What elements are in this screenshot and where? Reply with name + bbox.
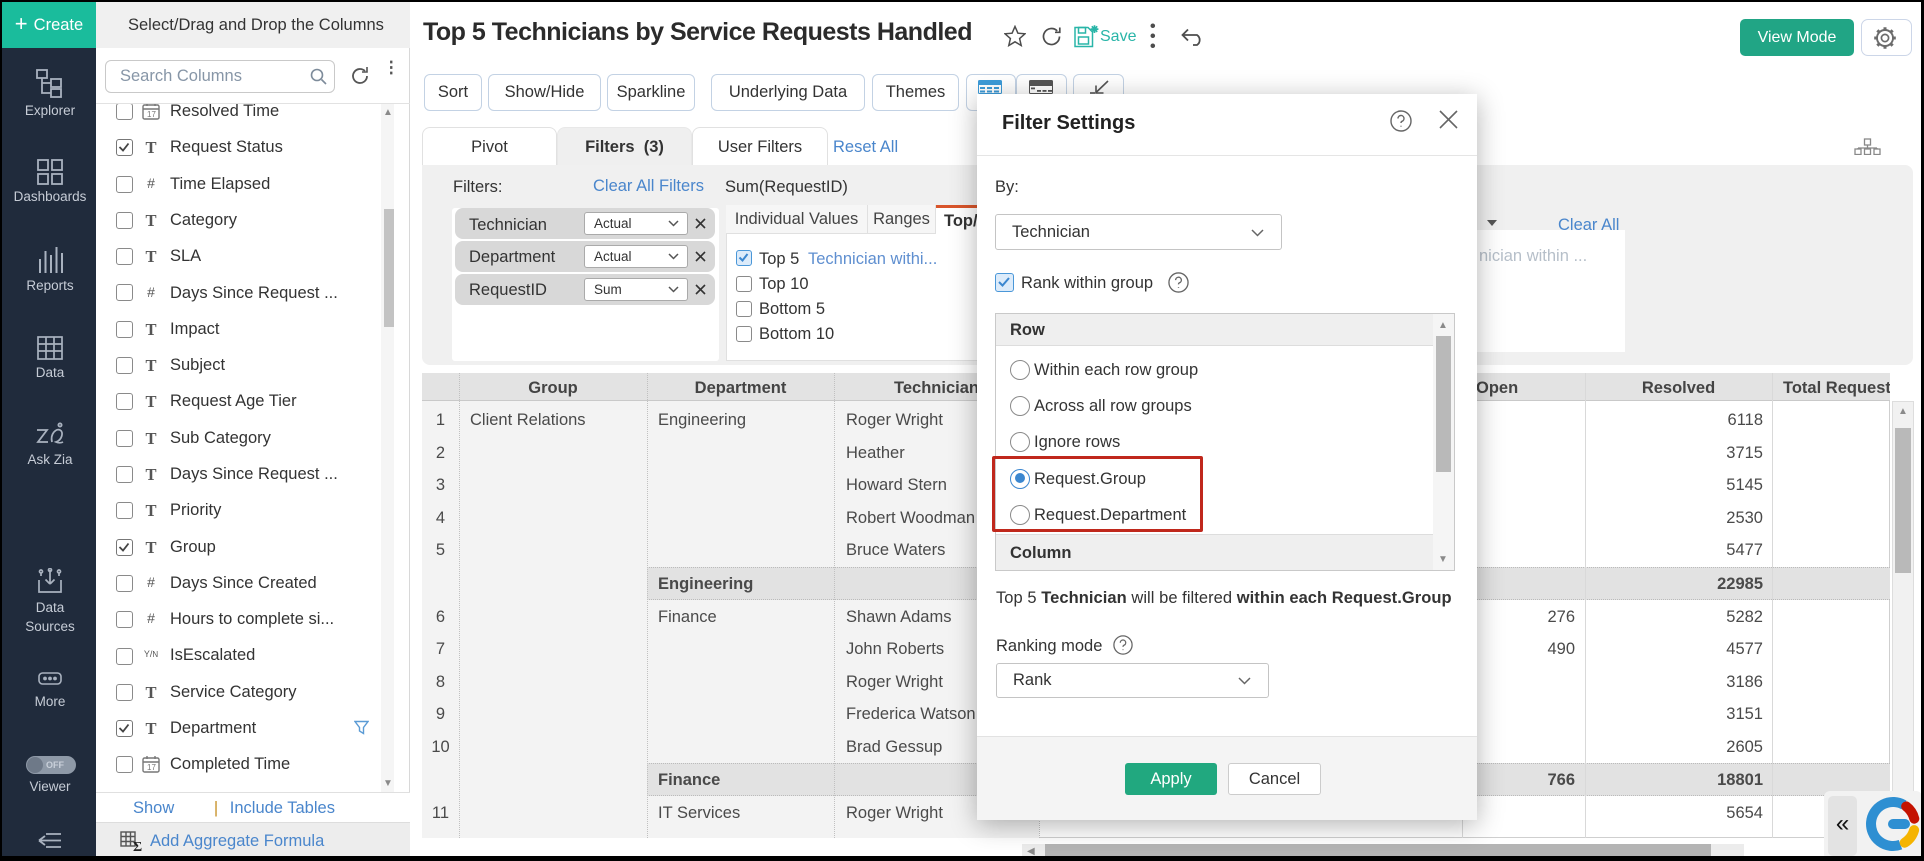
svg-text:17: 17	[147, 110, 156, 119]
svg-text:17: 17	[147, 763, 156, 772]
svg-text:Σ: Σ	[133, 840, 142, 852]
